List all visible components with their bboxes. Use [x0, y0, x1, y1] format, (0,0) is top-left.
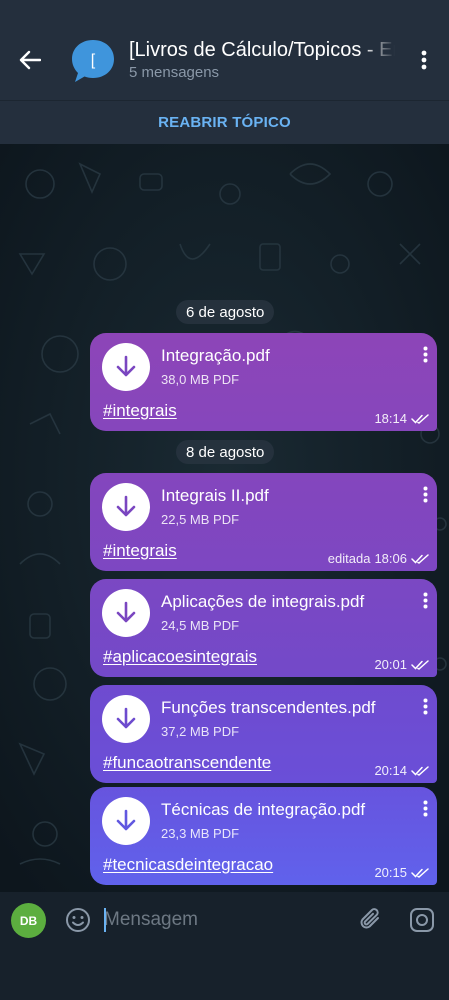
double-check-icon [411, 553, 429, 564]
message-menu-button[interactable] [417, 695, 433, 717]
file-message[interactable]: Técnicas de integração.pdf 23,3 MB PDF #… [90, 787, 437, 885]
double-check-icon [411, 765, 429, 776]
double-check-icon [411, 659, 429, 670]
more-vertical-icon [423, 800, 427, 816]
message-time: 20:14 [374, 763, 407, 778]
date-separator: 8 de agosto [176, 440, 275, 464]
text-cursor [104, 908, 106, 932]
hashtag-link[interactable]: #integrais [103, 401, 177, 421]
date-separator: 6 de agosto [176, 300, 275, 324]
hashtag-link[interactable]: #integrais [103, 541, 177, 561]
more-vertical-icon [423, 486, 427, 502]
message-menu-button[interactable] [417, 797, 433, 819]
message-composer: DB [0, 892, 449, 948]
more-vertical-icon [423, 346, 427, 362]
download-button[interactable] [102, 695, 150, 743]
avatar[interactable]: DB [11, 903, 46, 938]
message-menu-button[interactable] [417, 483, 433, 505]
file-message[interactable]: Integrais II.pdf 22,5 MB PDF #integrais … [90, 473, 437, 571]
file-message[interactable]: Aplicações de integrais.pdf 24,5 MB PDF … [90, 579, 437, 677]
chat-header: [ [Livros de Cálculo/Topicos - Em 5 mens… [0, 0, 449, 100]
message-menu-button[interactable] [417, 343, 433, 365]
download-icon [116, 809, 136, 831]
message-input[interactable] [104, 906, 344, 934]
message-meta: 18:14 [374, 411, 429, 426]
file-message[interactable]: Funções transcendentes.pdf 37,2 MB PDF #… [90, 685, 437, 783]
message-time: 18:14 [374, 411, 407, 426]
chat-avatar[interactable]: [ [70, 38, 116, 84]
message-meta: editada 18:06 [328, 551, 429, 566]
message-time: 20:01 [374, 657, 407, 672]
header-menu-button[interactable] [410, 46, 438, 74]
chat-messages-area[interactable]: 6 de agosto 8 de agosto Integração.pdf 3… [0, 144, 449, 892]
file-size: 23,3 MB PDF [161, 826, 240, 841]
edited-label: editada [327, 551, 371, 566]
message-meta: 20:01 [374, 657, 429, 672]
attach-button[interactable] [357, 906, 385, 934]
emoji-button[interactable] [64, 906, 92, 934]
double-check-icon [411, 413, 429, 424]
more-vertical-icon [423, 592, 427, 608]
message-time: 20:15 [374, 865, 407, 880]
file-name[interactable]: Técnicas de integração.pdf [161, 800, 365, 820]
smile-icon [66, 908, 90, 932]
download-icon [116, 355, 136, 377]
double-check-icon [411, 867, 429, 878]
file-size: 38,0 MB PDF [161, 372, 240, 387]
file-size: 37,2 MB PDF [161, 724, 240, 739]
system-navigation-area [0, 948, 449, 1000]
back-button[interactable] [12, 44, 48, 76]
more-vertical-icon [421, 50, 427, 70]
message-meta: 20:14 [374, 763, 429, 778]
reopen-topic-bar: REABRIR TÓPICO [0, 100, 449, 144]
download-button[interactable] [102, 483, 150, 531]
download-icon [116, 495, 136, 517]
message-menu-button[interactable] [417, 589, 433, 611]
arrow-left-icon [19, 50, 41, 70]
camera-icon [410, 908, 434, 932]
camera-button[interactable] [408, 906, 436, 934]
download-icon [116, 707, 136, 729]
file-name[interactable]: Integração.pdf [161, 346, 270, 366]
file-size: 24,5 MB PDF [161, 618, 240, 633]
hashtag-link[interactable]: #funcaotranscendente [103, 753, 271, 773]
paperclip-icon [360, 908, 379, 929]
chat-subtitle: 5 mensagens [129, 64, 220, 81]
file-message[interactable]: Integração.pdf 38,0 MB PDF #integrais 18… [90, 333, 437, 431]
reopen-topic-button[interactable]: REABRIR TÓPICO [158, 114, 291, 131]
hashtag-link[interactable]: #aplicacoesintegrais [103, 647, 257, 667]
file-name[interactable]: Integrais II.pdf [161, 486, 269, 506]
chat-title[interactable]: [Livros de Cálculo/Topicos - Em [129, 39, 395, 62]
download-button[interactable] [102, 797, 150, 845]
message-meta: 20:15 [374, 865, 429, 880]
message-time: 18:06 [374, 551, 407, 566]
file-name[interactable]: Aplicações de integrais.pdf [161, 592, 364, 612]
file-size: 22,5 MB PDF [161, 512, 240, 527]
more-vertical-icon [423, 698, 427, 714]
download-button[interactable] [102, 343, 150, 391]
chat-avatar-letter: [ [91, 52, 96, 69]
download-button[interactable] [102, 589, 150, 637]
hashtag-link[interactable]: #tecnicasdeintegracao [103, 855, 273, 875]
download-icon [116, 601, 136, 623]
file-name[interactable]: Funções transcendentes.pdf [161, 698, 376, 718]
